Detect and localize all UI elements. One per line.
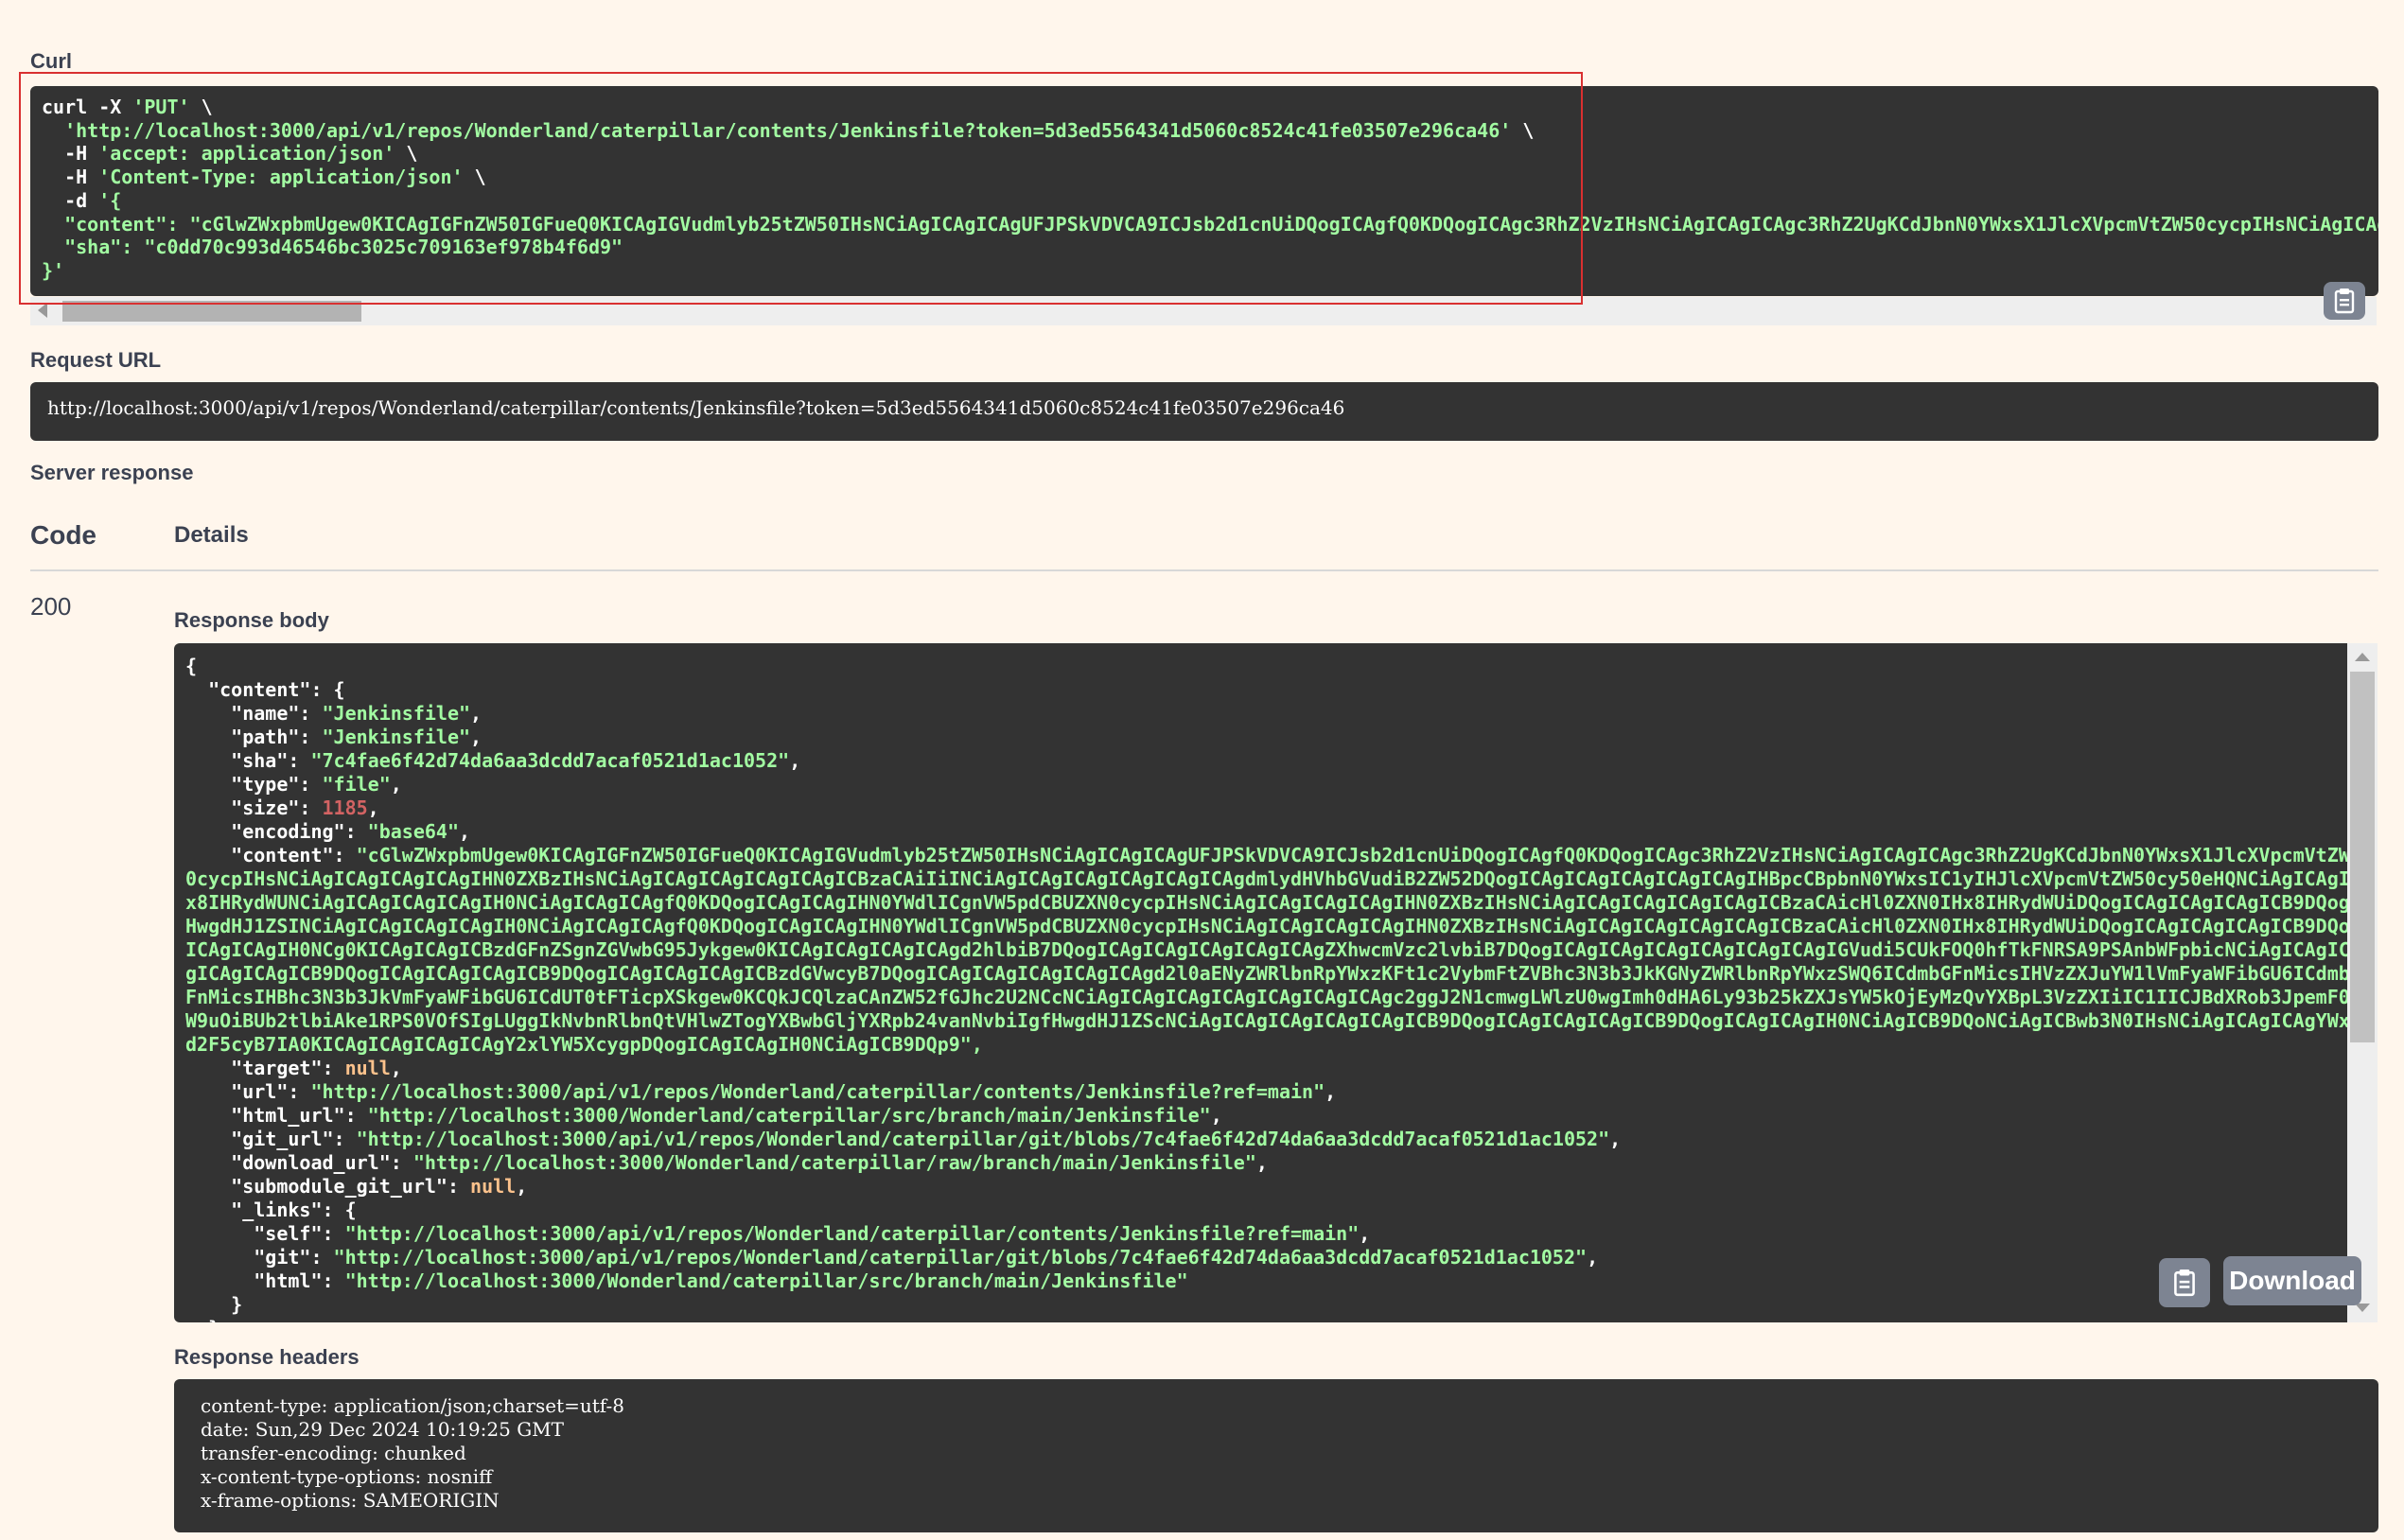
request-url-box: http://localhost:3000/api/v1/repos/Wonde… [30,382,2378,441]
scroll-left-arrow-icon[interactable] [38,303,47,318]
curl-code-block: curl -X 'PUT' \ 'http://localhost:3000/a… [30,86,2378,296]
curl-scrollbar-thumb[interactable] [62,301,361,322]
curl-command: curl -X 'PUT' \ 'http://localhost:3000/a… [42,96,2378,282]
curl-horizontal-scrollbar[interactable] [30,297,2377,325]
response-body-label: Response body [174,608,329,632]
header-divider [30,569,2378,571]
scroll-up-arrow-icon[interactable] [2355,653,2370,661]
curl-copy-button[interactable] [2324,282,2365,320]
request-url-value: http://localhost:3000/api/v1/repos/Wonde… [47,396,1345,419]
code-column-header: Code [30,520,97,550]
download-button[interactable]: Download [2223,1256,2361,1305]
response-body-json: { "content": { "name": "Jenkinsfile", "p… [185,655,2347,1322]
response-status-code: 200 [30,592,72,621]
server-response-label: Server response [30,461,194,484]
request-url-label: Request URL [30,348,162,372]
response-copy-button[interactable] [2159,1258,2210,1307]
response-headers-block: content-type: application/json;charset=u… [174,1379,2378,1532]
details-column-header: Details [174,522,249,548]
scroll-down-arrow-icon[interactable] [2355,1304,2370,1312]
response-body-scrollbar-thumb[interactable] [2350,672,2375,1042]
clipboard-icon [2174,1269,2195,1297]
response-body-block: { "content": { "name": "Jenkinsfile", "p… [174,643,2347,1322]
clipboard-icon [2334,289,2355,314]
response-headers-label: Response headers [174,1345,360,1369]
response-headers-list: content-type: application/json;charset=u… [201,1394,624,1512]
curl-label: Curl [30,49,72,73]
